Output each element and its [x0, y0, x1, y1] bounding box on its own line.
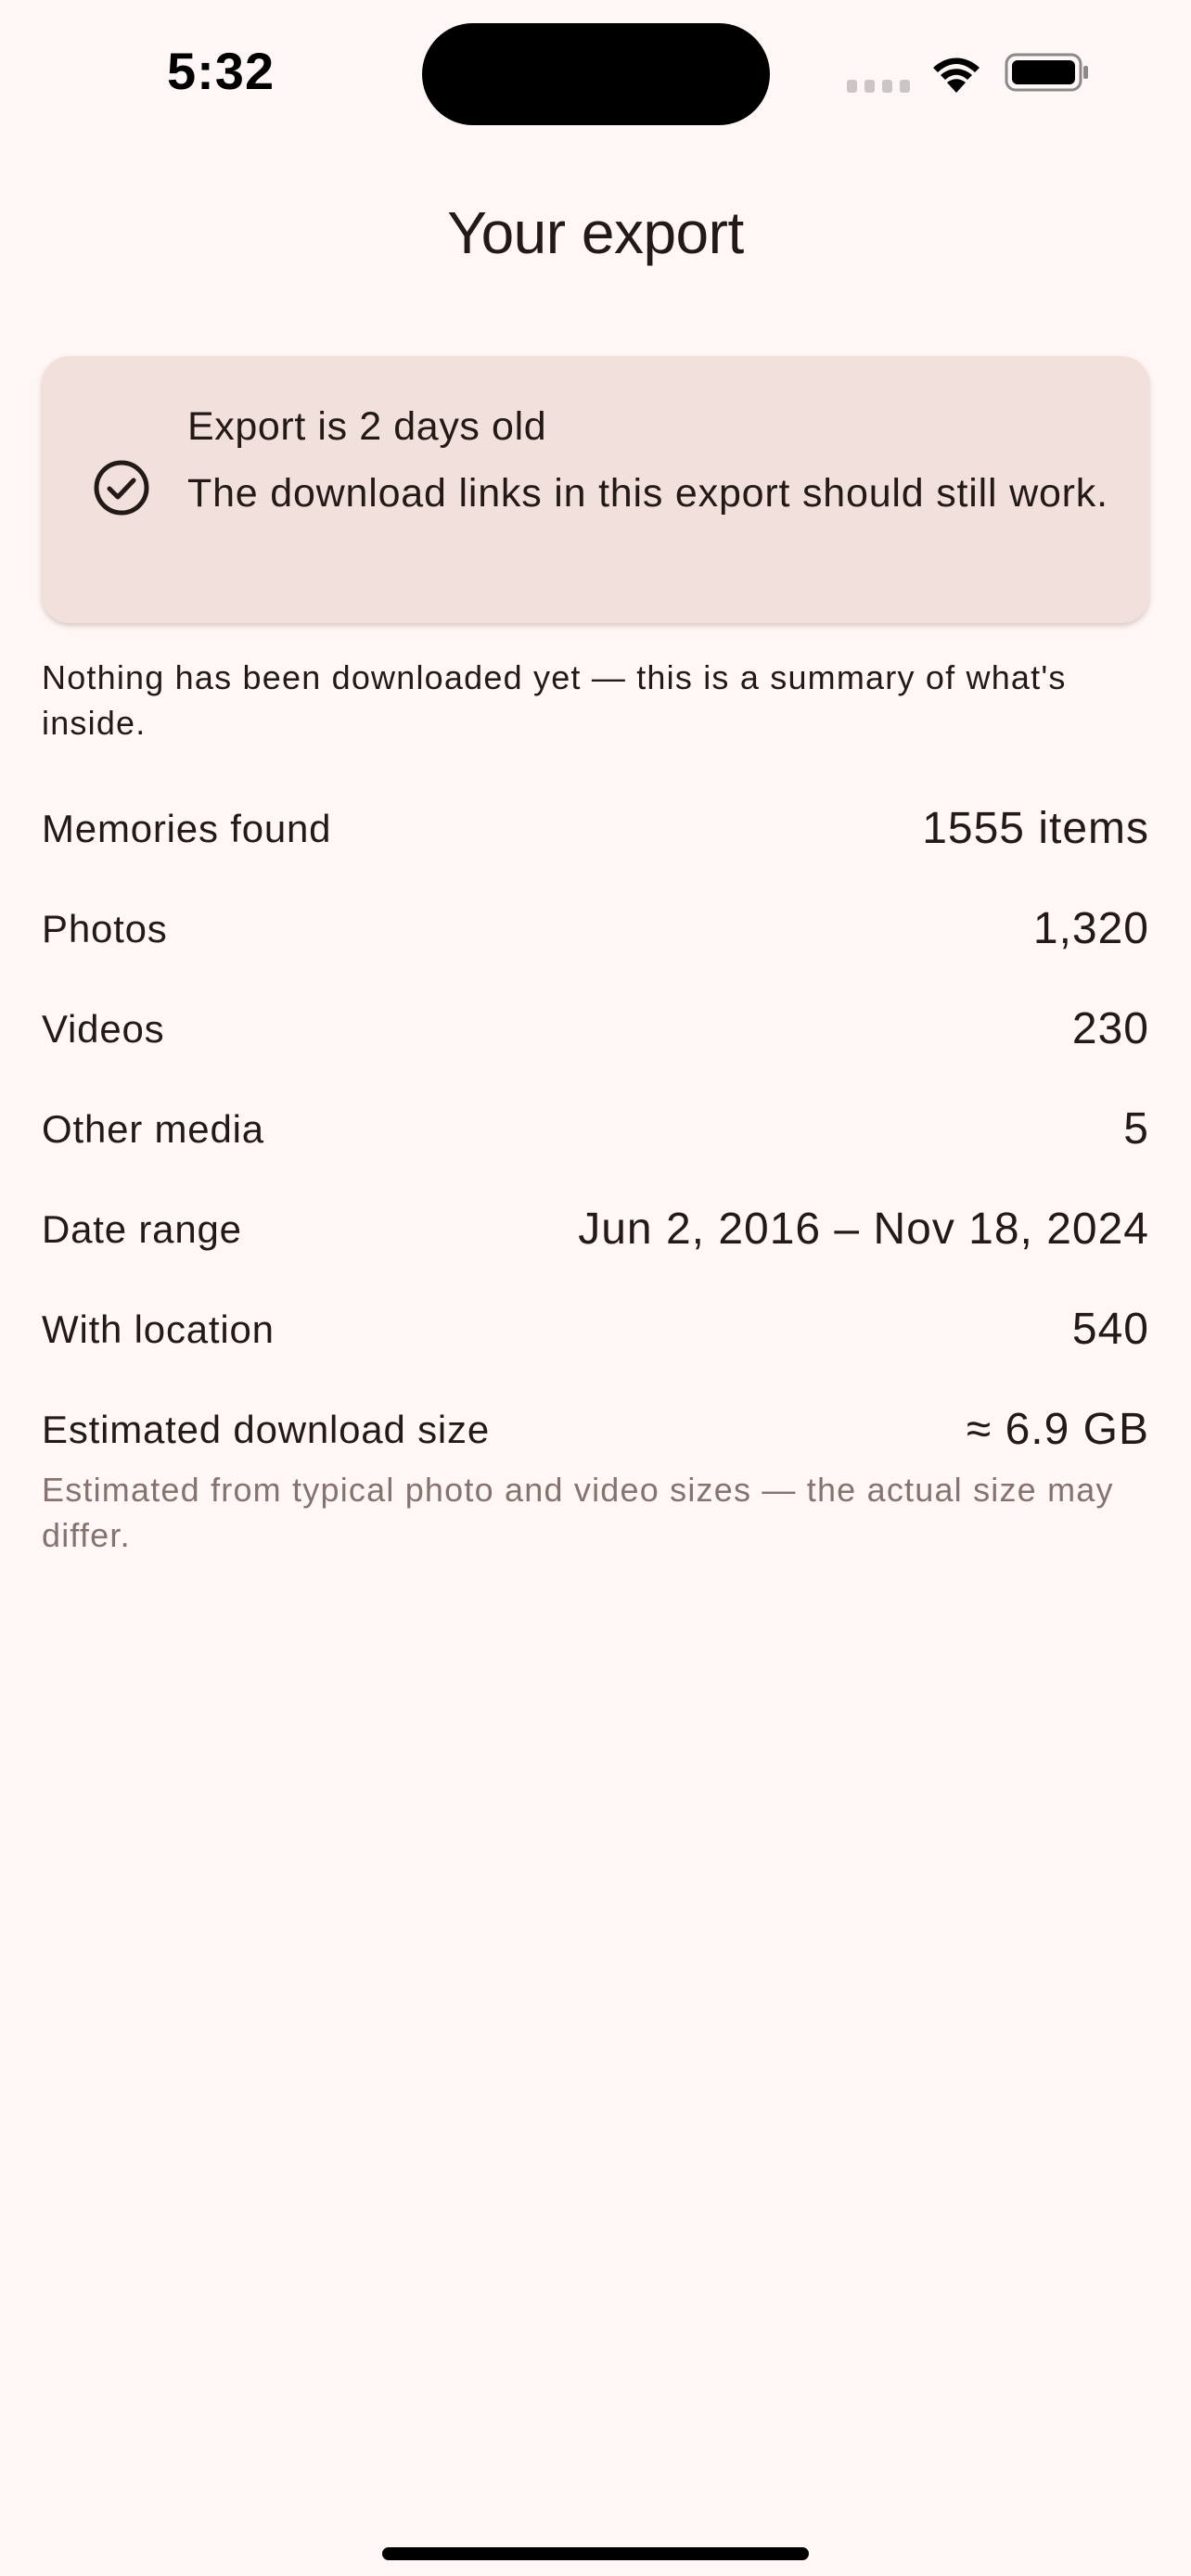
battery-icon: [1005, 53, 1088, 92]
stat-value: 230: [1071, 1004, 1149, 1053]
check-circle-icon: [94, 460, 149, 516]
card-body: The download links in this export should…: [187, 471, 1108, 516]
stat-row-memories: Memories found 1555 items: [42, 794, 1149, 894]
dynamic-island: [422, 23, 770, 125]
stat-label: With location: [42, 1307, 275, 1351]
stat-row-photos: Photos 1,320: [42, 894, 1149, 994]
status-time: 5:32: [167, 42, 275, 100]
stat-value: 540: [1071, 1305, 1149, 1354]
stat-value: Jun 2, 2016 – Nov 18, 2024: [578, 1205, 1149, 1254]
stat-row-date-range: Date range Jun 2, 2016 – Nov 18, 2024: [42, 1194, 1149, 1294]
status-bar: 5:32: [0, 0, 1191, 148]
stat-label: Photos: [42, 907, 168, 950]
estimate-note: Estimated from typical photo and video s…: [42, 1471, 1114, 1554]
stat-label: Estimated download size: [42, 1408, 490, 1451]
stat-label: Videos: [42, 1007, 165, 1051]
wifi-icon: [933, 57, 980, 93]
stat-value: ≈ 6.9 GB: [966, 1405, 1149, 1454]
stat-label: Memories found: [42, 807, 332, 850]
stat-value: 1,320: [1032, 904, 1149, 953]
home-indicator[interactable]: [382, 2547, 809, 2560]
stat-value: 5: [1123, 1104, 1149, 1154]
page-title: Your export: [447, 199, 744, 266]
export-age-card: Export is 2 days old The download links …: [42, 356, 1149, 623]
stat-row-other-media: Other media 5: [42, 1094, 1149, 1194]
cellular-signal-icon: [847, 80, 910, 93]
stat-label: Other media: [42, 1107, 264, 1151]
stat-row-videos: Videos 230: [42, 994, 1149, 1094]
stat-label: Date range: [42, 1207, 242, 1251]
summary-note: Nothing has been downloaded yet — this i…: [42, 658, 1067, 742]
stat-value: 1555 items: [922, 804, 1149, 853]
stat-row-with-location: With location 540: [42, 1294, 1149, 1395]
card-title: Export is 2 days old: [187, 404, 547, 449]
stats-list: Memories found 1555 items Photos 1,320 V…: [42, 794, 1149, 1495]
